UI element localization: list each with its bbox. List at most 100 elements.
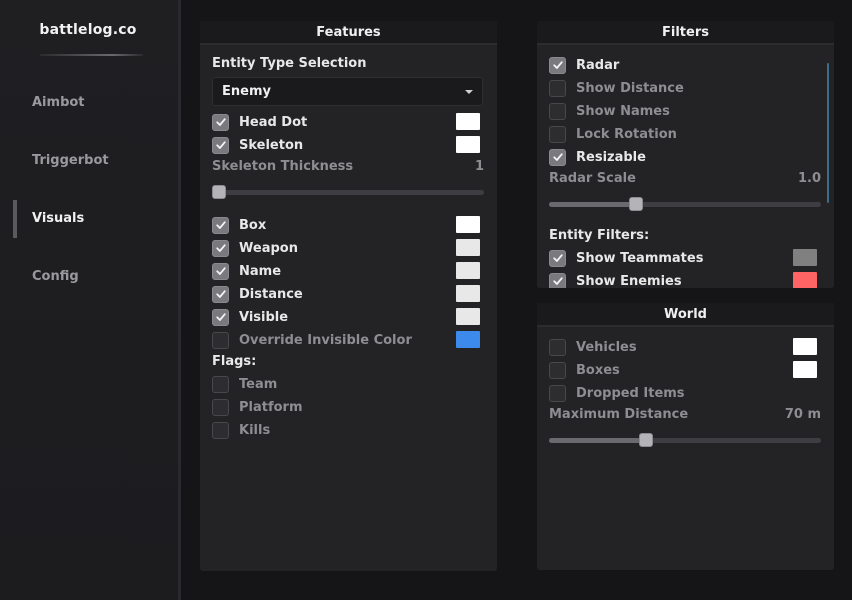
distance-color[interactable] <box>456 285 480 302</box>
boxes-color[interactable] <box>793 361 817 378</box>
checkmark-icon <box>215 118 226 126</box>
skeleton-thickness-label: Skeleton Thickness <box>212 159 354 174</box>
features-panel: Features Entity Type Selection Enemy Hea… <box>200 21 497 571</box>
sidebar-item-config[interactable]: Config <box>32 269 79 284</box>
world-title: World <box>537 303 834 327</box>
head-dot-row: Head Dot <box>212 113 307 131</box>
show-teammates-color[interactable] <box>793 249 817 266</box>
dropped-items-row: Dropped Items <box>549 384 685 402</box>
entity-type-label: Entity Type Selection <box>212 56 367 71</box>
radar-scale-slider[interactable] <box>549 197 821 211</box>
max-distance-slider[interactable] <box>549 433 821 447</box>
max-distance-handle[interactable] <box>639 433 653 447</box>
show-teammates-checkbox[interactable] <box>549 249 566 267</box>
lock-rotation-row: Lock Rotation <box>549 125 677 143</box>
name-color[interactable] <box>456 262 480 279</box>
max-distance-label: Maximum Distance <box>549 407 689 422</box>
show-distance-row: Show Distance <box>549 79 684 97</box>
flag-team-checkbox[interactable] <box>212 375 229 393</box>
weapon-color[interactable] <box>456 239 480 256</box>
sidebar-item-visuals[interactable]: Visuals <box>32 211 84 226</box>
checkmark-icon <box>552 61 563 69</box>
flag-team-row: Team <box>212 375 277 393</box>
sidebar-divider <box>178 0 181 600</box>
skeleton-label: Skeleton <box>239 137 304 153</box>
resizable-checkbox[interactable] <box>549 148 566 166</box>
head-dot-checkbox[interactable] <box>212 113 229 131</box>
skeleton-thickness-slider[interactable] <box>212 185 484 199</box>
dropped-items-checkbox[interactable] <box>549 384 566 402</box>
show-distance-checkbox[interactable] <box>549 79 566 97</box>
box-color[interactable] <box>456 216 480 233</box>
distance-label: Distance <box>239 286 303 302</box>
checkmark-icon <box>215 313 226 321</box>
flag-kills-row: Kills <box>212 421 270 439</box>
visible-color[interactable] <box>456 308 480 325</box>
flag-kills-checkbox[interactable] <box>212 421 229 439</box>
max-distance-value: 70 m <box>784 407 821 422</box>
lock-rotation-checkbox[interactable] <box>549 125 566 143</box>
sidebar: battlelog.co Aimbot Triggerbot Visuals C… <box>0 0 178 600</box>
checkmark-icon <box>215 244 226 252</box>
override-invisible-label: Override Invisible Color <box>239 332 412 348</box>
sidebar-item-aimbot[interactable]: Aimbot <box>32 95 85 110</box>
vehicles-row: Vehicles <box>549 338 637 356</box>
vehicles-label: Vehicles <box>576 339 637 355</box>
brand-title: battlelog.co <box>39 22 137 38</box>
skeleton-color[interactable] <box>456 136 480 153</box>
radar-row: Radar <box>549 56 619 74</box>
show-names-label: Show Names <box>576 103 670 119</box>
override-invisible-row: Override Invisible Color <box>212 331 412 349</box>
show-enemies-checkbox[interactable] <box>549 272 566 288</box>
head-dot-color[interactable] <box>456 113 480 130</box>
sidebar-item-triggerbot[interactable]: Triggerbot <box>32 153 109 168</box>
skeleton-row: Skeleton <box>212 136 303 154</box>
skeleton-thickness-handle[interactable] <box>212 185 226 199</box>
show-enemies-color[interactable] <box>793 272 817 288</box>
show-teammates-row: Show Teammates <box>549 249 703 267</box>
name-label: Name <box>239 263 282 279</box>
radar-checkbox[interactable] <box>549 56 566 74</box>
resizable-label: Resizable <box>576 149 646 165</box>
active-indicator <box>13 200 17 238</box>
flag-kills-label: Kills <box>239 422 271 438</box>
flag-platform-checkbox[interactable] <box>212 398 229 416</box>
radar-scale-fill <box>549 202 636 207</box>
checkmark-icon <box>552 277 563 285</box>
skeleton-checkbox[interactable] <box>212 136 229 154</box>
show-distance-label: Show Distance <box>576 80 684 96</box>
brand-divider <box>40 54 143 56</box>
app-window: battlelog.co Aimbot Triggerbot Visuals C… <box>0 0 852 600</box>
weapon-checkbox[interactable] <box>212 239 229 257</box>
override-invisible-color[interactable] <box>456 331 480 348</box>
filters-title: Filters <box>537 21 834 45</box>
checkmark-icon <box>215 290 226 298</box>
box-checkbox[interactable] <box>212 216 229 234</box>
filters-scrollbar[interactable] <box>827 63 829 203</box>
show-teammates-label: Show Teammates <box>576 250 704 266</box>
distance-checkbox[interactable] <box>212 285 229 303</box>
box-row: Box <box>212 216 266 234</box>
head-dot-label: Head Dot <box>239 114 308 130</box>
override-invisible-checkbox[interactable] <box>212 331 229 349</box>
checkmark-icon <box>215 221 226 229</box>
show-names-row: Show Names <box>549 102 670 120</box>
boxes-checkbox[interactable] <box>549 361 566 379</box>
radar-scale-label: Radar Scale <box>549 171 636 186</box>
show-names-checkbox[interactable] <box>549 102 566 120</box>
chevron-down-icon <box>465 90 473 94</box>
boxes-row: Boxes <box>549 361 620 379</box>
name-checkbox[interactable] <box>212 262 229 280</box>
radar-scale-handle[interactable] <box>629 197 643 211</box>
features-title: Features <box>200 21 497 45</box>
visible-checkbox[interactable] <box>212 308 229 326</box>
entity-type-select[interactable]: Enemy <box>212 77 483 106</box>
radar-label: Radar <box>576 57 620 73</box>
visible-label: Visible <box>239 309 289 325</box>
skeleton-thickness-value: 1 <box>474 159 484 174</box>
distance-row: Distance <box>212 285 303 303</box>
vehicles-checkbox[interactable] <box>549 338 566 356</box>
vehicles-color[interactable] <box>793 338 817 355</box>
flag-platform-label: Platform <box>239 399 303 415</box>
checkmark-icon <box>215 267 226 275</box>
